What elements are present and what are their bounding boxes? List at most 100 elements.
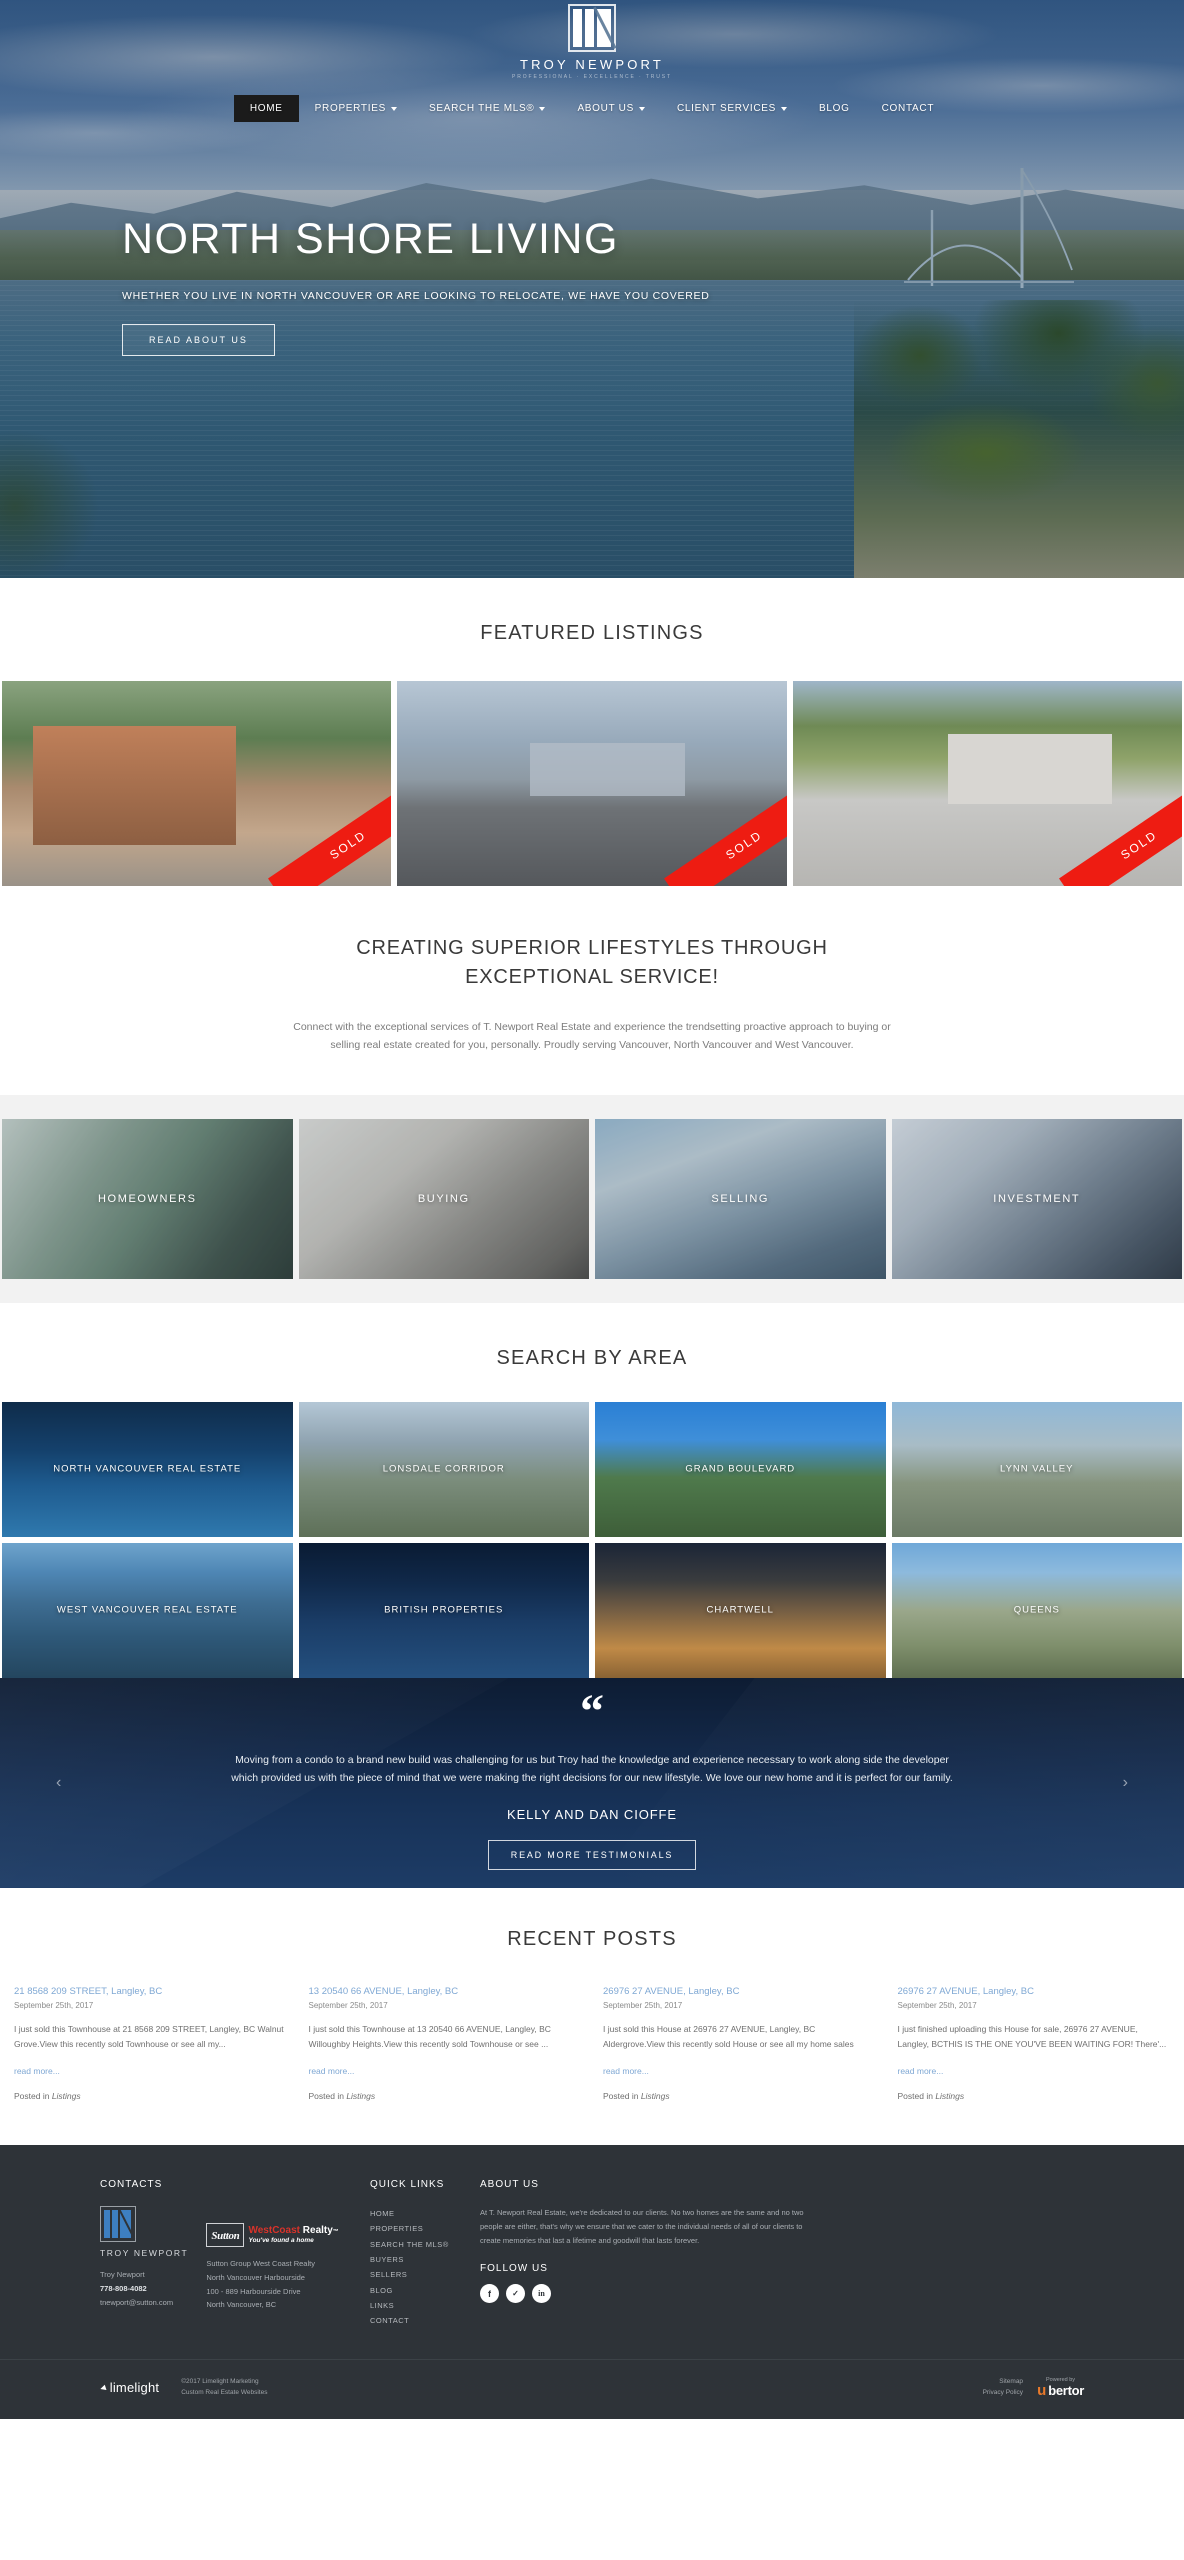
post-read-more-link[interactable]: read more... — [898, 2066, 944, 2076]
read-about-us-button[interactable]: READ ABOUT US — [122, 324, 275, 356]
category-tile-homeowners[interactable]: HOMEOWNERS — [2, 1118, 293, 1279]
post-date: September 25th, 2017 — [14, 2001, 94, 2011]
featured-listings-row: SOLD SOLD SOLD — [0, 681, 1184, 886]
hero-subtitle: WHETHER YOU LIVE IN NORTH VANCOUVER OR A… — [122, 290, 710, 302]
area-tile-label: LYNN VALLEY — [1000, 1463, 1074, 1475]
footer-link-home[interactable]: HOME — [370, 2206, 480, 2221]
main-navigation: HOME PROPERTIES SEARCH THE MLS® ABOUT US CLI… — [0, 95, 1184, 122]
featured-listing-card[interactable]: SOLD — [2, 681, 392, 886]
testimonial-next-arrow[interactable]: › — [1123, 1774, 1128, 1792]
area-tile-label: WEST VANCOUVER REAL ESTATE — [56, 1604, 238, 1616]
chevron-down-icon — [638, 106, 645, 111]
nav-item-blog[interactable]: BLOG — [803, 95, 866, 122]
category-tile-investment[interactable]: INVESTMENT — [891, 1118, 1182, 1279]
quote-mark-icon: “ — [580, 1685, 604, 1739]
footer-agent-name: Troy Newport — [100, 2269, 145, 2279]
testimonial-prev-arrow[interactable]: ‹ — [56, 1774, 61, 1792]
post-excerpt: I just sold this Townhouse at 21 8568 20… — [14, 2024, 284, 2049]
read-more-testimonials-button[interactable]: READ MORE TESTIMONIALS — [487, 1840, 697, 1871]
nav-item-search-the-mls[interactable]: SEARCH THE MLS® — [413, 95, 561, 122]
chevron-down-icon — [390, 106, 397, 111]
featured-listing-card[interactable]: SOLD — [397, 681, 787, 886]
ubertor-badge[interactable]: Powered by u bertor — [1037, 2377, 1084, 2398]
superior-body: Connect with the exceptional services of… — [293, 1021, 891, 1052]
footer-link-search-the-mls[interactable]: SEARCH THE MLS® — [370, 2237, 480, 2252]
featured-listings-section: FEATURED LISTINGS SOLD SOLD SOLD — [0, 578, 1184, 886]
area-tile-british-properties[interactable]: BRITISH PROPERTIES — [298, 1542, 589, 1678]
footer-sitemap-link[interactable]: Sitemap — [983, 2376, 1023, 2387]
nav-item-label: HOME — [249, 103, 283, 114]
footer-link-contact[interactable]: CONTACT — [370, 2313, 480, 2328]
post-category-prefix: Posted in — [14, 2090, 52, 2101]
footer-about-heading: ABOUT US — [480, 2178, 539, 2190]
recent-posts-title: RECENT POSTS — [507, 1927, 677, 1950]
post-title[interactable]: 26976 27 AVENUE, Langley, BC — [898, 1985, 1171, 1998]
twitter-icon[interactable]: ✓ — [506, 2284, 525, 2304]
brokerage-address-line: North Vancouver Harbourside — [206, 2272, 305, 2282]
nav-item-label: ABOUT US — [577, 103, 634, 114]
featured-listing-card[interactable]: SOLD — [792, 681, 1182, 886]
footer-phone[interactable]: 778-808-4082 — [100, 2282, 188, 2296]
post-title[interactable]: 26976 27 AVENUE, Langley, BC — [603, 1985, 876, 1998]
nav-item-home[interactable]: HOME — [233, 95, 299, 122]
category-strip-section: HOMEOWNERS BUYING SELLING INVESTMENT — [0, 1094, 1184, 1303]
nav-item-label: PROPERTIES — [314, 103, 386, 114]
footer-email[interactable]: tnewport@sutton.com — [100, 2296, 188, 2310]
footer-privacy-policy-link[interactable]: Privacy Policy — [983, 2387, 1023, 2398]
sutton-word: Sutton — [211, 2229, 240, 2242]
footer-link-links[interactable]: LINKS — [370, 2298, 480, 2313]
testimonial-text: Moving from a condo to a brand new build… — [231, 1753, 953, 1785]
recent-posts-section: RECENT POSTS 21 8568 209 STREET, Langley… — [0, 1888, 1184, 2145]
post-read-more-link[interactable]: read more... — [603, 2066, 649, 2076]
ubertor-name: bertor — [1048, 2382, 1084, 2398]
area-grid: NORTH VANCOUVER REAL ESTATE LONSDALE CORR… — [0, 1401, 1184, 1678]
area-tile-label: GRAND BOULEVARD — [685, 1463, 796, 1475]
post-category-name[interactable]: Listings — [935, 2091, 964, 2101]
post-title[interactable]: 13 20540 66 AVENUE, Langley, BC — [309, 1985, 582, 1998]
post-category-name[interactable]: Listings — [52, 2091, 81, 2101]
footer-link-blog[interactable]: BLOG — [370, 2283, 480, 2298]
area-tile-lynn-valley[interactable]: LYNN VALLEY — [891, 1401, 1182, 1537]
area-tile-label: NORTH VANCOUVER REAL ESTATE — [53, 1463, 242, 1475]
facebook-icon[interactable]: f — [480, 2284, 499, 2304]
area-tile-chartwell[interactable]: CHARTWELL — [595, 1542, 886, 1678]
footer-link-sellers[interactable]: SELLERS — [370, 2267, 480, 2282]
site-logo[interactable]: TROY NEWPORT PROFESSIONAL · EXCELLENCE ·… — [0, 4, 1184, 80]
nav-item-client-services[interactable]: CLIENT SERVICES — [661, 95, 803, 122]
post-category-name[interactable]: Listings — [641, 2091, 670, 2101]
post-title[interactable]: 21 8568 209 STREET, Langley, BC — [14, 1985, 287, 1998]
copyright-line-1: ©2017 Limelight Marketing — [181, 2377, 259, 2385]
limelight-logo[interactable]: ◂ limelight — [98, 2379, 160, 2395]
area-tile-label: QUEENS — [1013, 1604, 1060, 1616]
footer-logo-name: TROY NEWPORT — [100, 2247, 189, 2258]
area-tile-grand-boulevard[interactable]: GRAND BOULEVARD — [595, 1401, 886, 1537]
nav-item-properties[interactable]: PROPERTIES — [299, 95, 413, 122]
category-tile-selling[interactable]: SELLING — [595, 1118, 886, 1279]
post-category-prefix: Posted in — [308, 2090, 347, 2101]
area-tile-north-vancouver-real-estate[interactable]: NORTH VANCOUVER REAL ESTATE — [2, 1401, 293, 1537]
nav-item-about-us[interactable]: ABOUT US — [561, 95, 661, 122]
area-tile-lonsdale-corridor[interactable]: LONSDALE CORRIDOR — [298, 1401, 589, 1537]
nav-item-label: CONTACT — [881, 103, 935, 114]
hero-title: NORTH SHORE LIVING — [122, 215, 619, 263]
post-read-more-link[interactable]: read more... — [309, 2066, 355, 2076]
post-category-name[interactable]: Listings — [346, 2091, 375, 2101]
footer-contacts-heading: CONTACTS — [100, 2178, 163, 2190]
category-tile-buying[interactable]: BUYING — [298, 1118, 589, 1279]
brokerage-address-line: 100 - 889 Harbourside Drive — [206, 2286, 301, 2296]
tn-monogram-icon — [568, 4, 617, 52]
footer-bottom-bar: ◂ limelight ©2017 Limelight Marketing Cu… — [0, 2358, 1184, 2419]
category-tile-label: HOMEOWNERS — [98, 1192, 197, 1205]
nav-item-contact[interactable]: CONTACT — [866, 95, 951, 122]
featured-listings-title: FEATURED LISTINGS — [480, 622, 704, 644]
sutton-westcoast-logo: Sutton WestCoast Realty™ You've found a … — [206, 2222, 339, 2247]
footer-link-buyers[interactable]: BUYERS — [370, 2252, 480, 2267]
limelight-name: limelight — [109, 2379, 160, 2395]
post-date: September 25th, 2017 — [897, 2001, 977, 2011]
area-tile-west-vancouver-real-estate[interactable]: WEST VANCOUVER REAL ESTATE — [2, 1542, 293, 1678]
footer-link-properties[interactable]: PROPERTIES — [370, 2221, 480, 2236]
area-tile-queens[interactable]: QUEENS — [891, 1542, 1182, 1678]
linkedin-icon[interactable]: in — [532, 2284, 551, 2304]
westcoast-coast: Coast — [272, 2224, 300, 2236]
post-read-more-link[interactable]: read more... — [14, 2066, 60, 2076]
